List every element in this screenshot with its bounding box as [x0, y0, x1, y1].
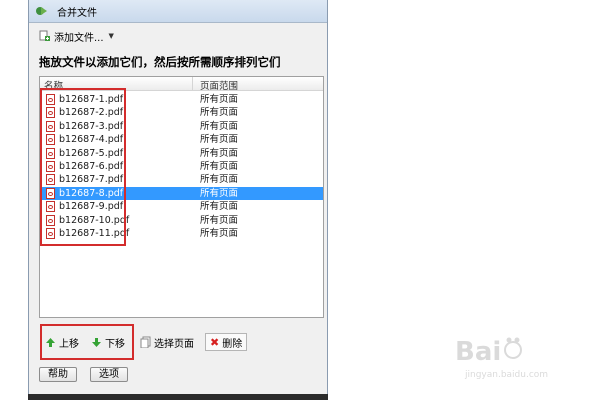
add-files-button[interactable]: 添加文件... ▼	[39, 28, 114, 44]
pdf-file-icon	[46, 187, 55, 199]
move-up-button[interactable]: 上移	[45, 333, 79, 351]
select-pages-button[interactable]: 选择页面	[140, 333, 194, 351]
file-rows: b12687-1.pdf 所有页面 b12687-2.pdf 所有页面 b12687-3…	[40, 93, 323, 240]
list-header: 名称 页面范围	[40, 77, 323, 92]
title-bar: 合并文件	[29, 0, 327, 23]
page-range[interactable]: 所有页面	[200, 187, 238, 200]
file-name: b12687-5.pdf	[59, 147, 124, 159]
pdf-file-icon	[46, 174, 55, 186]
file-row[interactable]: b12687-3.pdf 所有页面	[40, 120, 323, 133]
merge-files-window: 合并文件 添加文件... ▼ 拖放文件以添加它们，然后按所需顺序排列它们 名称 …	[28, 0, 328, 398]
chevron-down-icon[interactable]: ▼	[109, 32, 114, 40]
pdf-file-icon	[46, 160, 55, 172]
move-up-label: 上移	[59, 338, 79, 350]
page-range[interactable]: 所有页面	[200, 227, 238, 240]
page-range[interactable]: 所有页面	[200, 173, 238, 186]
delete-x-icon: ✖	[210, 335, 220, 349]
file-name: b12687-8.pdf	[59, 187, 124, 199]
file-name: b12687-4.pdf	[59, 134, 124, 146]
page-range[interactable]: 所有页面	[200, 93, 238, 106]
file-row[interactable]: b12687-6.pdf 所有页面	[40, 160, 323, 173]
add-file-icon	[39, 30, 50, 41]
file-name: b12687-7.pdf	[59, 174, 124, 186]
file-row[interactable]: b12687-1.pdf 所有页面	[40, 93, 323, 106]
file-name: b12687-11.pdf	[59, 227, 130, 239]
pdf-file-icon	[46, 214, 55, 226]
svg-text:Bai: Bai	[455, 337, 501, 367]
page-range[interactable]: 所有页面	[200, 160, 238, 173]
bottom-edge	[28, 394, 328, 400]
page-range[interactable]: 所有页面	[200, 147, 238, 160]
file-list[interactable]: 名称 页面范围 b12687-1.pdf 所有页面 b12687-2.pdf 所有页面…	[39, 76, 324, 318]
window-title: 合并文件	[57, 8, 97, 19]
page-range[interactable]: 所有页面	[200, 106, 238, 119]
pdf-file-icon	[46, 227, 55, 239]
file-row[interactable]: b12687-10.pdf 所有页面	[40, 214, 323, 227]
pdf-file-icon	[46, 94, 55, 105]
file-name: b12687-2.pdf	[59, 107, 124, 119]
delete-label: 删除	[222, 338, 243, 350]
pdf-file-icon	[46, 134, 55, 146]
baidu-watermark: Bai jingyan.baidu.com	[455, 332, 595, 392]
add-files-label: 添加文件...	[54, 32, 104, 44]
file-name: b12687-1.pdf	[59, 94, 124, 105]
file-row[interactable]: b12687-11.pdf 所有页面	[40, 227, 323, 240]
file-row[interactable]: b12687-5.pdf 所有页面	[40, 147, 323, 160]
page-range[interactable]: 所有页面	[200, 214, 238, 227]
column-divider[interactable]	[192, 77, 193, 90]
page-range[interactable]: 所有页面	[200, 133, 238, 146]
file-name: b12687-6.pdf	[59, 160, 124, 172]
instruction-text: 拖放文件以添加它们，然后按所需顺序排列它们	[39, 55, 281, 69]
file-name: b12687-9.pdf	[59, 201, 124, 213]
file-row[interactable]: b12687-9.pdf 所有页面	[40, 200, 323, 213]
file-name: b12687-3.pdf	[59, 120, 124, 132]
move-down-label: 下移	[105, 338, 125, 350]
pdf-file-icon	[46, 120, 55, 132]
file-row[interactable]: b12687-7.pdf 所有页面	[40, 173, 323, 186]
file-row[interactable]: b12687-4.pdf 所有页面	[40, 133, 323, 146]
arrow-up-icon	[46, 337, 55, 347]
pages-icon	[140, 336, 151, 348]
page-range[interactable]: 所有页面	[200, 120, 238, 133]
help-button[interactable]: 帮助	[39, 367, 77, 382]
baidu-watermark-logo: Bai	[455, 337, 522, 367]
page-range[interactable]: 所有页面	[200, 200, 238, 213]
pdf-file-icon	[46, 107, 55, 119]
file-name: b12687-10.pdf	[59, 214, 130, 226]
action-bar: 上移 下移 选择页面 ✖ 删除	[39, 330, 322, 354]
delete-button[interactable]: ✖ 删除	[205, 333, 248, 351]
file-row[interactable]: b12687-2.pdf 所有页面	[40, 106, 323, 119]
column-header-page-range[interactable]: 页面范围	[200, 78, 238, 92]
move-down-button[interactable]: 下移	[91, 333, 125, 351]
pdf-file-icon	[46, 201, 55, 213]
column-header-name[interactable]: 名称	[44, 78, 63, 92]
options-button[interactable]: 选项	[90, 367, 128, 382]
arrow-down-icon	[92, 337, 101, 347]
merge-app-icon	[36, 7, 47, 15]
pdf-file-icon	[46, 147, 55, 159]
watermark-url: jingyan.baidu.com	[465, 370, 549, 380]
file-row[interactable]: b12687-8.pdf 所有页面	[40, 186, 323, 201]
select-pages-label: 选择页面	[154, 338, 194, 350]
